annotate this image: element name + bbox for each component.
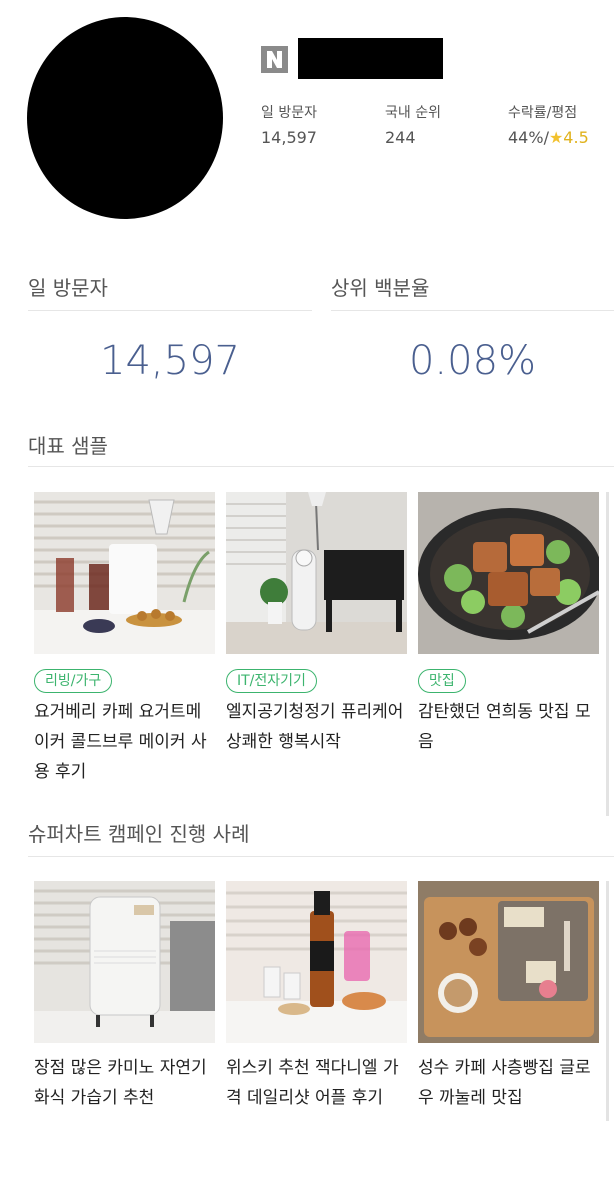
sample-card[interactable]: 리빙/가구 요거베리 카페 요거트메이커 콜드브루 메이커 사용 후기 <box>34 492 215 787</box>
star-icon: ★ <box>548 128 564 147</box>
stat-value: 14,597 <box>261 128 317 147</box>
campaign-thumbnail[interactable] <box>226 881 407 1043</box>
category-tag: 맛집 <box>418 669 466 693</box>
category-tag: IT/전자기기 <box>226 669 317 693</box>
campaigns-scrollbar[interactable] <box>606 881 609 1121</box>
stat-label: 일 방문자 <box>261 105 317 121</box>
blog-name-redacted <box>298 38 443 79</box>
stat-label: 국내 순위 <box>385 105 441 121</box>
campaign-title[interactable]: 위스키 추천 잭다니엘 가격 데일리샷 어플 후기 <box>226 1053 407 1113</box>
divider <box>331 310 614 311</box>
metric-percentile-value: 0.08% <box>408 338 537 384</box>
rating-value: 4.5 <box>563 128 589 147</box>
naver-blog-logo-icon <box>261 46 288 73</box>
campaign-title[interactable]: 성수 카페 사층빵집 글로우 까눌레 맛집 <box>418 1053 599 1113</box>
acceptance-rate: 44%/ <box>508 128 549 147</box>
sample-card[interactable]: 맛집 감탄했던 연희동 맛집 모음 <box>418 492 599 757</box>
stat-value: 44%/★4.5 <box>508 128 589 147</box>
avatar <box>27 17 223 219</box>
divider <box>28 466 614 467</box>
campaign-card[interactable]: 성수 카페 사층빵집 글로우 까눌레 맛집 <box>418 881 599 1113</box>
sample-title[interactable]: 요거베리 카페 요거트메이커 콜드브루 메이커 사용 후기 <box>34 697 215 787</box>
stat-acceptance-rating: 수락률/평점 44%/★4.5 <box>508 102 589 147</box>
stat-daily-visitors: 일 방문자 14,597 <box>261 102 317 147</box>
campaign-card[interactable]: 장점 많은 카미노 자연기화식 가습기 추천 <box>34 881 215 1113</box>
sample-thumbnail[interactable] <box>34 492 215 654</box>
campaigns-section-title: 슈퍼차트 캠페인 진행 사례 <box>28 822 250 846</box>
metric-visitors-title: 일 방문자 <box>28 276 108 300</box>
divider <box>28 856 614 857</box>
sample-card[interactable]: IT/전자기기 엘지공기청정기 퓨리케어 상쾌한 행복시작 <box>226 492 407 757</box>
metric-visitors-value: 14,597 <box>100 338 240 384</box>
campaign-card[interactable]: 위스키 추천 잭다니엘 가격 데일리샷 어플 후기 <box>226 881 407 1113</box>
sample-thumbnail[interactable] <box>226 492 407 654</box>
samples-section-title: 대표 샘플 <box>28 434 108 458</box>
divider <box>28 310 312 311</box>
sample-title[interactable]: 감탄했던 연희동 맛집 모음 <box>418 697 599 757</box>
samples-scrollbar[interactable] <box>606 492 609 816</box>
sample-title[interactable]: 엘지공기청정기 퓨리케어 상쾌한 행복시작 <box>226 697 407 757</box>
stat-value: 244 <box>385 128 416 147</box>
stat-label: 수락률/평점 <box>508 105 578 121</box>
sample-thumbnail[interactable] <box>418 492 599 654</box>
stat-domestic-rank: 국내 순위 244 <box>385 102 441 147</box>
category-tag: 리빙/가구 <box>34 669 113 693</box>
campaign-thumbnail[interactable] <box>418 881 599 1043</box>
campaign-thumbnail[interactable] <box>34 881 215 1043</box>
campaign-title[interactable]: 장점 많은 카미노 자연기화식 가습기 추천 <box>34 1053 215 1113</box>
metric-percentile-title: 상위 백분율 <box>331 276 430 300</box>
